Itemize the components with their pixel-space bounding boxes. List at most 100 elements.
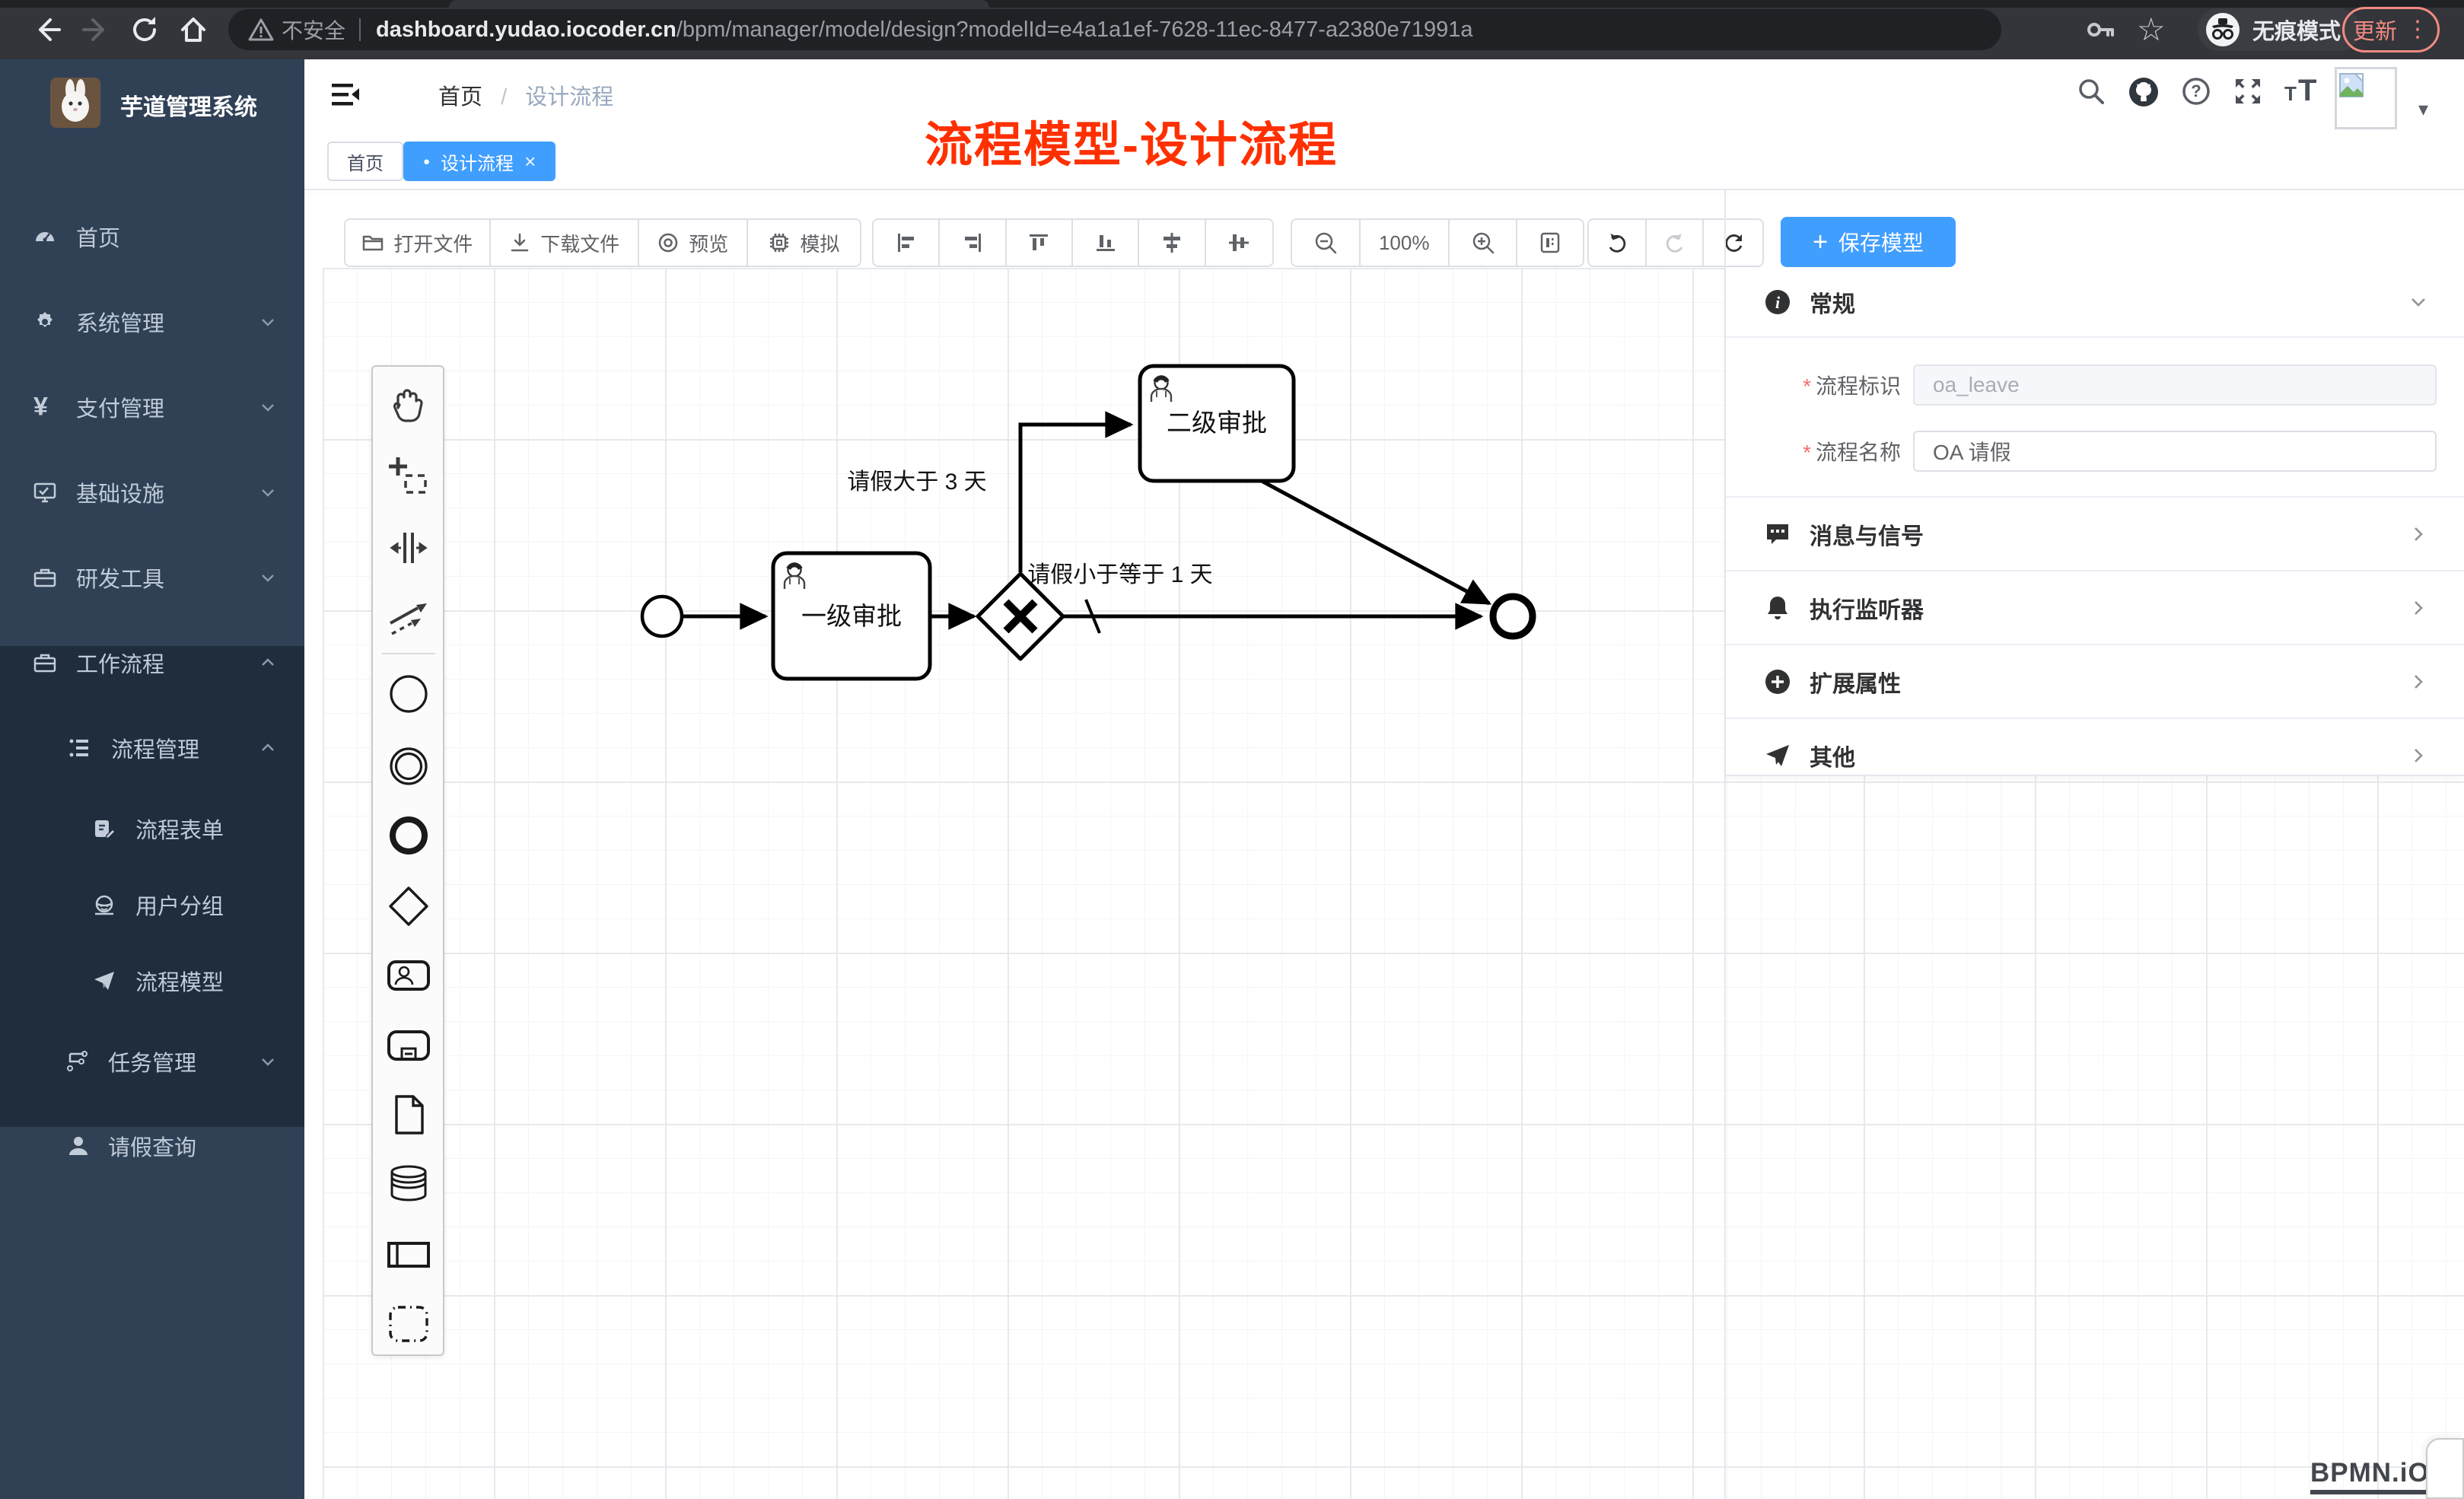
page-tab-design[interactable]: ● 设计流程 × <box>403 142 556 181</box>
field-process-name: *流程名称 <box>1726 418 2464 484</box>
end-event[interactable] <box>1493 597 1533 636</box>
sidebar-item-process-form[interactable]: 流程表单 <box>0 791 304 867</box>
simulate-button[interactable]: 模拟 <box>748 220 860 266</box>
end-event-icon[interactable] <box>384 811 433 860</box>
sidebar-item-devtools[interactable]: 研发工具 <box>0 535 304 620</box>
security-label[interactable]: 不安全 <box>282 14 345 45</box>
breadcrumb-current: 设计流程 <box>525 85 613 110</box>
update-label: 更新 <box>2353 14 2397 46</box>
flow-task2-to-end[interactable] <box>1260 480 1489 603</box>
svg-text:?: ? <box>2191 81 2201 100</box>
start-event[interactable] <box>642 597 682 636</box>
section-extended-attrs[interactable]: 扩展属性 <box>1726 645 2464 718</box>
zoom-out-icon[interactable] <box>1292 220 1361 266</box>
chevron-down-icon <box>2408 291 2429 313</box>
sidebar-item-workflow[interactable]: 工作流程 <box>0 620 304 705</box>
chevron-up-icon <box>259 739 277 757</box>
process-key-input[interactable] <box>1913 364 2437 406</box>
section-title: 常规 <box>1810 285 1855 319</box>
github-icon[interactable] <box>2128 76 2160 108</box>
section-message-signal[interactable]: 消息与信号 <box>1726 498 2464 570</box>
align-center-vertical-icon[interactable] <box>1206 220 1272 266</box>
address-bar[interactable]: 不安全 dashboard.yudao.iocoder.cn/bpm/manag… <box>228 9 2001 50</box>
sidebar-item-user-group[interactable]: 用户分组 <box>0 867 304 943</box>
tabbar-divider <box>304 189 2464 190</box>
global-connect-icon[interactable] <box>384 593 433 641</box>
gateway-icon[interactable] <box>384 882 433 931</box>
sidebar-item-home[interactable]: 首页 <box>0 194 304 279</box>
browser-tab-top[interactable] <box>449 0 989 8</box>
sidebar-item-payment[interactable]: ¥ 支付管理 <box>0 364 304 450</box>
space-tool-icon[interactable] <box>384 524 433 572</box>
zoom-in-icon[interactable] <box>1450 220 1518 266</box>
save-model-label: 保存模型 <box>1838 227 1924 257</box>
forward-icon[interactable] <box>79 13 113 46</box>
sidebar-item-infra[interactable]: 基础设施 <box>0 450 304 535</box>
breadcrumb-home[interactable]: 首页 <box>438 85 482 110</box>
user-task-icon[interactable] <box>384 951 433 1000</box>
bpmn-io-watermark[interactable]: BPMN.iO <box>2310 1458 2430 1494</box>
start-event-icon[interactable] <box>384 670 433 718</box>
align-right-icon[interactable] <box>940 220 1006 266</box>
avatar[interactable] <box>2335 67 2397 129</box>
search-icon[interactable] <box>2076 76 2106 107</box>
hand-tool-icon[interactable] <box>384 382 433 431</box>
intermediate-event-icon[interactable] <box>384 742 433 791</box>
data-store-icon[interactable] <box>384 1160 433 1208</box>
page: 不安全 dashboard.yudao.iocoder.cn/bpm/manag… <box>0 0 2464 1499</box>
align-bottom-icon[interactable] <box>1073 220 1139 266</box>
caret-down-icon[interactable]: ▾ <box>2418 97 2428 121</box>
sidebar-item-leave-query[interactable]: 请假查询 <box>0 1104 304 1188</box>
task-level2-approve[interactable]: 二级审批 <box>1140 366 1294 481</box>
process-name-input[interactable] <box>1913 431 2437 472</box>
sidebar-logo[interactable]: 芋道管理系统 <box>0 67 304 166</box>
download-file-button[interactable]: 下载文件 <box>491 220 639 266</box>
page-tab-home[interactable]: 首页 <box>327 142 403 181</box>
align-left-icon[interactable] <box>874 220 940 266</box>
palette-separator <box>382 653 435 654</box>
flow-label-gt3[interactable]: 请假大于 3 天 <box>847 469 986 495</box>
sidebar-item-system[interactable]: 系统管理 <box>0 279 304 364</box>
sub-process-icon[interactable] <box>384 1021 433 1070</box>
task-level1-approve[interactable]: 一级审批 <box>773 553 930 679</box>
fullscreen-icon[interactable] <box>2233 76 2263 107</box>
preview-button[interactable]: 预览 <box>639 220 748 266</box>
redo-icon[interactable] <box>1647 220 1705 266</box>
font-size-icon[interactable]: TT <box>2283 73 2319 110</box>
sidebar-item-process-mgmt[interactable]: 流程管理 <box>0 705 304 791</box>
section-other[interactable]: 其他 <box>1726 719 2464 791</box>
reload-icon[interactable] <box>128 13 161 46</box>
kebab-menu-icon[interactable]: ⋮ <box>2406 18 2429 41</box>
star-icon[interactable]: ☆ <box>2137 11 2170 44</box>
section-general-header[interactable]: i 常规 <box>1726 268 2464 336</box>
update-button[interactable]: 更新 ⋮ <box>2342 7 2440 53</box>
undo-icon[interactable] <box>1589 220 1647 266</box>
key-icon[interactable] <box>2085 14 2119 47</box>
restart-icon[interactable] <box>1704 220 1762 266</box>
section-execution-listener[interactable]: 执行监听器 <box>1726 571 2464 644</box>
back-icon[interactable] <box>30 13 64 46</box>
sidebar-item-process-model[interactable]: 流程模型 <box>0 943 304 1019</box>
zoom-reset-icon[interactable] <box>1517 220 1583 266</box>
home-icon[interactable] <box>177 13 210 46</box>
collapse-sidebar-icon[interactable] <box>329 78 362 111</box>
url-text[interactable]: dashboard.yudao.iocoder.cn/bpm/manager/m… <box>376 18 1472 43</box>
close-icon[interactable]: × <box>524 150 536 173</box>
briefcase-icon <box>33 651 56 674</box>
save-model-button[interactable]: + 保存模型 <box>1781 217 1956 267</box>
chevron-down-icon <box>259 1052 277 1071</box>
data-object-icon[interactable] <box>384 1090 433 1139</box>
align-center-horizontal-icon[interactable] <box>1139 220 1205 266</box>
svg-text:T: T <box>2298 74 2316 107</box>
flow-gateway-to-task2[interactable] <box>1020 425 1131 572</box>
align-top-icon[interactable] <box>1007 220 1073 266</box>
chevron-down-icon <box>259 568 277 587</box>
open-file-button[interactable]: 打开文件 <box>345 220 491 266</box>
sidebar-item-task-mgmt[interactable]: 任务管理 <box>0 1019 304 1104</box>
group-icon[interactable] <box>384 1300 433 1348</box>
help-icon[interactable]: ? <box>2181 76 2211 107</box>
participant-pool-icon[interactable] <box>384 1230 433 1279</box>
yen-icon: ¥ <box>33 393 48 422</box>
lasso-tool-icon[interactable] <box>384 453 433 501</box>
flow-label-le1[interactable]: 请假小于等于 1 天 <box>1027 562 1212 587</box>
